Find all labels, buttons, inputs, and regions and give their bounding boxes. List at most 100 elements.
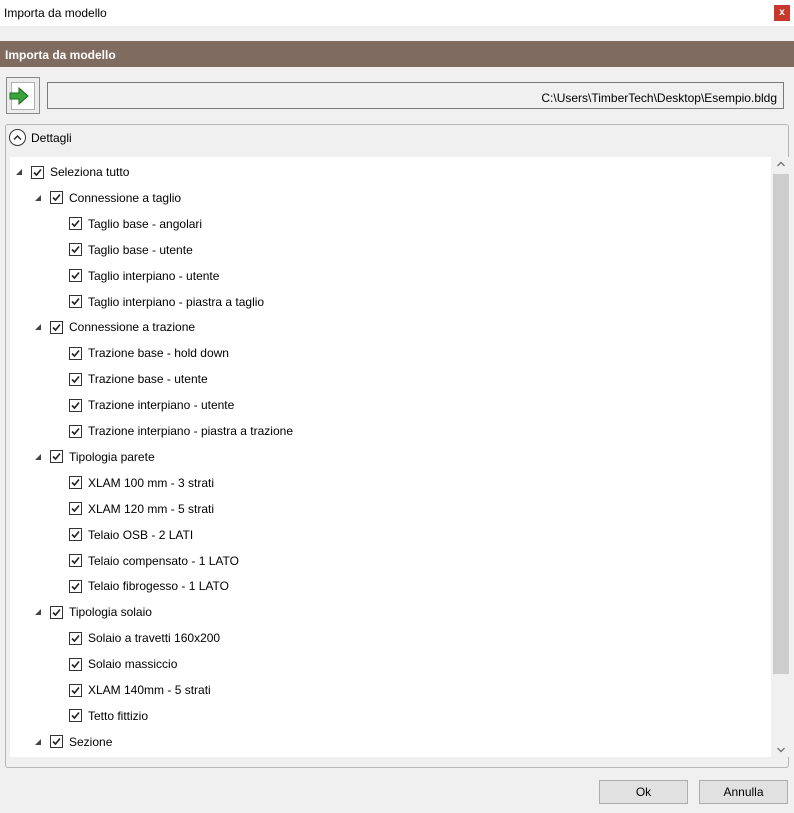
tree-item[interactable]: Solaio a travetti 160x200 <box>53 628 220 648</box>
checkmark-icon <box>71 349 80 357</box>
checkbox[interactable] <box>69 657 82 671</box>
checkmark-icon <box>33 168 42 176</box>
tree-item-label: Trazione interpiano - piastra a trazione <box>88 424 293 438</box>
import-file-icon <box>9 87 29 105</box>
expand-triangle-icon[interactable] <box>15 168 23 176</box>
checkmark-icon <box>71 634 80 642</box>
chevron-up-icon[interactable] <box>9 129 26 146</box>
checkbox[interactable] <box>69 295 82 308</box>
checkbox[interactable] <box>31 165 44 179</box>
tree-item-label: Tipologia parete <box>69 449 155 464</box>
checkbox[interactable] <box>69 528 82 542</box>
details-panel: Dettagli Seleziona tutto Connessione a ta… <box>5 124 789 768</box>
tree-item[interactable]: Telaio compensato - 1 LATO <box>53 551 239 571</box>
expand-triangle-icon[interactable] <box>34 323 42 331</box>
checkbox[interactable] <box>50 191 63 205</box>
checkbox[interactable] <box>69 554 82 567</box>
vertical-scrollbar[interactable] <box>773 157 789 757</box>
tree-item[interactable]: Connessione a taglio <box>34 188 181 208</box>
checkmark-icon <box>52 323 61 332</box>
tree-item[interactable]: Solaio massiccio <box>53 654 177 674</box>
checkmark-icon <box>71 246 80 254</box>
checkbox[interactable] <box>69 579 82 593</box>
tree-item-label: Sezione <box>69 734 113 749</box>
tree-item[interactable]: Connessione a trazione <box>34 317 195 337</box>
checkmark-icon <box>71 712 80 720</box>
checkbox[interactable] <box>69 269 82 283</box>
tree-item-label: Telaio compensato - 1 LATO <box>88 553 239 568</box>
tree-item[interactable]: Tipologia solaio <box>34 602 152 622</box>
tree-item[interactable]: Taglio base - utente <box>53 240 193 260</box>
scroll-thumb[interactable] <box>773 174 789 674</box>
expand-triangle-icon[interactable] <box>34 453 42 461</box>
file-path-text: C:\Users\TimberTech\Desktop\Esempio.bldg <box>541 91 777 105</box>
tree-item[interactable]: Trazione interpiano - utente <box>53 395 234 415</box>
checkbox[interactable] <box>69 683 82 697</box>
tree-item-label: Tetto fittizio <box>88 708 149 723</box>
tree-item-label: Taglio base - angolari <box>88 216 203 231</box>
tree-item[interactable]: Seleziona tutto <box>15 162 129 182</box>
expand-triangle-icon[interactable] <box>34 738 42 746</box>
checkmark-icon <box>71 427 80 435</box>
checkbox[interactable] <box>50 320 63 334</box>
tree-item[interactable]: Trazione interpiano - piastra a trazione <box>53 421 293 441</box>
tree-item[interactable]: Telaio fibrogesso - 1 LATO <box>53 576 229 596</box>
scroll-down-icon[interactable] <box>773 742 789 757</box>
checkmark-icon <box>71 556 80 565</box>
checkmark-icon <box>71 582 80 591</box>
checkbox[interactable] <box>69 243 82 257</box>
tree-item[interactable]: Taglio interpiano - utente <box>53 266 219 286</box>
checkmark-icon <box>52 453 61 461</box>
checkmark-icon <box>71 401 80 409</box>
checkmark-icon <box>71 505 80 513</box>
details-header[interactable]: Dettagli <box>6 125 788 155</box>
tree-item-label: Seleziona tutto <box>50 165 130 179</box>
checkmark-icon <box>52 738 61 746</box>
tree-item[interactable]: XLAM 120 mm - 5 strati <box>53 499 214 519</box>
expand-triangle-icon[interactable] <box>34 194 42 202</box>
checkmark-icon <box>71 479 80 487</box>
checkbox[interactable] <box>50 450 63 464</box>
checkbox[interactable] <box>69 346 82 360</box>
checkbox[interactable] <box>69 398 82 412</box>
import-file-button[interactable] <box>6 77 40 114</box>
scroll-up-icon[interactable] <box>773 157 789 172</box>
expand-triangle-icon[interactable] <box>34 608 42 616</box>
file-path-field[interactable]: C:\Users\TimberTech\Desktop\Esempio.bldg <box>47 82 784 109</box>
tree-item[interactable]: Tipologia parete <box>34 447 155 467</box>
checkbox[interactable] <box>69 424 82 438</box>
checkbox[interactable] <box>69 502 82 516</box>
checkbox[interactable] <box>50 605 63 619</box>
checkbox[interactable] <box>69 631 82 645</box>
cancel-button[interactable]: Annulla <box>699 780 788 804</box>
checkbox[interactable] <box>69 709 82 723</box>
tree-item[interactable]: Taglio interpiano - piastra a taglio <box>53 292 264 312</box>
close-button[interactable]: x <box>774 5 790 21</box>
tree-item-label: Solaio a travetti 160x200 <box>88 631 221 646</box>
tree-item[interactable]: Tetto fittizio <box>53 706 148 726</box>
checkbox[interactable] <box>50 735 63 749</box>
checkmark-icon <box>71 272 80 280</box>
tree-item[interactable]: Trazione base - hold down <box>53 343 229 363</box>
checkbox[interactable] <box>69 217 82 231</box>
tree-item[interactable]: Taglio base - angolari <box>53 214 202 234</box>
tree-item[interactable]: Telaio OSB - 2 LATI <box>53 525 193 545</box>
checkbox[interactable] <box>69 372 82 386</box>
tree-item[interactable]: Sezione <box>34 732 112 752</box>
tree-item[interactable]: XLAM 140mm - 5 strati <box>53 680 211 700</box>
tree-item[interactable]: Trazione base - utente <box>53 369 208 389</box>
ok-button[interactable]: Ok <box>599 780 688 804</box>
tree-item-label: XLAM 120 mm - 5 strati <box>88 501 215 516</box>
checkbox[interactable] <box>69 476 82 490</box>
tree-item[interactable]: XLAM 100 mm - 3 strati <box>53 473 214 493</box>
details-label: Dettagli <box>31 131 72 145</box>
